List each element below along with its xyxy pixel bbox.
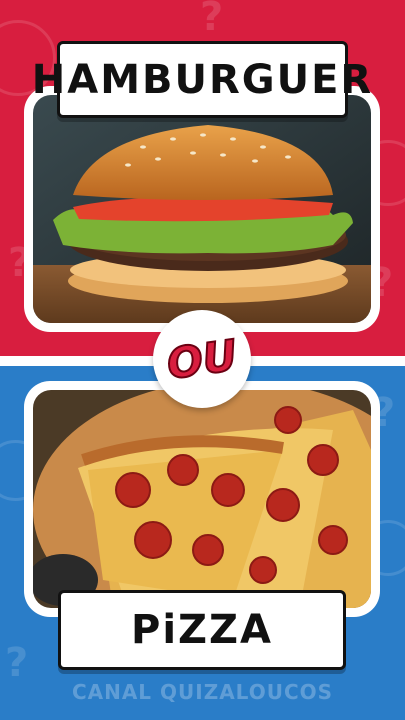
hamburger-option-card[interactable] bbox=[24, 86, 380, 332]
pizza-option-card[interactable] bbox=[24, 381, 380, 617]
hamburger-label-text: HAMBURGUER bbox=[31, 56, 374, 103]
or-badge-text: OU bbox=[163, 329, 241, 389]
or-badge: OU bbox=[153, 310, 251, 408]
pizza-photo bbox=[33, 390, 371, 608]
question-mark-decoration: ? bbox=[200, 0, 224, 40]
pizza-label: PiZZA bbox=[58, 590, 346, 670]
hamburger-label: HAMBURGUER bbox=[32, 41, 371, 118]
channel-watermark: CANAL QUIZALOUCOS bbox=[71, 680, 334, 704]
pizza-label-text: PiZZA bbox=[131, 607, 273, 653]
hamburger-photo bbox=[33, 95, 371, 323]
